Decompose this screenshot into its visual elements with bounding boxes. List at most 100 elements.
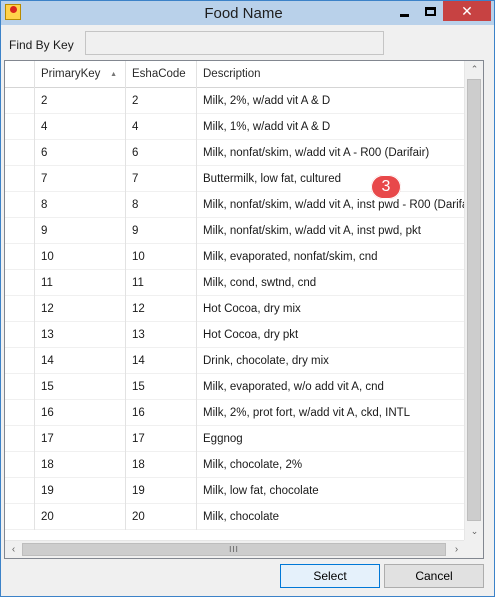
cell-primarykey[interactable]: 9 bbox=[35, 218, 126, 244]
row-header-cell[interactable] bbox=[5, 322, 35, 348]
row-header-cell[interactable] bbox=[5, 244, 35, 270]
cell-primarykey[interactable]: 7 bbox=[35, 166, 126, 192]
cell-eshacode[interactable]: 7 bbox=[126, 166, 197, 192]
cell-description[interactable]: Milk, 2%, w/add vit A & D bbox=[197, 88, 465, 114]
cell-primarykey[interactable]: 14 bbox=[35, 348, 126, 374]
cell-eshacode[interactable]: 6 bbox=[126, 140, 197, 166]
cancel-button[interactable]: Cancel bbox=[384, 564, 484, 588]
cell-eshacode[interactable]: 14 bbox=[126, 348, 197, 374]
row-header-cell[interactable] bbox=[5, 504, 35, 530]
cell-description[interactable]: Milk, evaporated, w/o add vit A, cnd bbox=[197, 374, 465, 400]
row-header-cell[interactable] bbox=[5, 400, 35, 426]
cell-eshacode[interactable]: 9 bbox=[126, 218, 197, 244]
title-bar[interactable]: Food Name ✕ bbox=[1, 1, 494, 25]
cell-eshacode[interactable]: 17 bbox=[126, 426, 197, 452]
row-header-cell[interactable] bbox=[5, 270, 35, 296]
scroll-left-icon[interactable]: ‹ bbox=[5, 541, 22, 558]
scroll-up-icon[interactable]: ⌃ bbox=[465, 61, 483, 78]
cell-eshacode[interactable]: 20 bbox=[126, 504, 197, 530]
row-header-cell[interactable] bbox=[5, 88, 35, 114]
cell-primarykey[interactable]: 4 bbox=[35, 114, 126, 140]
row-header-cell[interactable] bbox=[5, 192, 35, 218]
cell-eshacode[interactable]: 18 bbox=[126, 452, 197, 478]
table-row[interactable]: 18 18 Milk, chocolate, 2% bbox=[5, 452, 465, 478]
cell-primarykey[interactable]: 12 bbox=[35, 296, 126, 322]
cell-eshacode[interactable]: 15 bbox=[126, 374, 197, 400]
cell-primarykey[interactable]: 18 bbox=[35, 452, 126, 478]
row-header-cell[interactable] bbox=[5, 140, 35, 166]
vertical-scroll-thumb[interactable] bbox=[467, 79, 481, 521]
select-button[interactable]: Select bbox=[280, 564, 380, 588]
cell-description[interactable]: Buttermilk, low fat, cultured bbox=[197, 166, 465, 192]
table-row[interactable]: 20 20 Milk, chocolate bbox=[5, 504, 465, 530]
minimize-button[interactable] bbox=[391, 1, 417, 21]
cell-primarykey[interactable]: 8 bbox=[35, 192, 126, 218]
cell-description[interactable]: Hot Cocoa, dry pkt bbox=[197, 322, 465, 348]
cell-primarykey[interactable]: 19 bbox=[35, 478, 126, 504]
cell-description[interactable]: Milk, 2%, prot fort, w/add vit A, ckd, I… bbox=[197, 400, 465, 426]
table-row[interactable]: 12 12 Hot Cocoa, dry mix bbox=[5, 296, 465, 322]
cell-eshacode[interactable]: 11 bbox=[126, 270, 197, 296]
cell-primarykey[interactable]: 10 bbox=[35, 244, 126, 270]
table-row[interactable]: 10 10 Milk, evaporated, nonfat/skim, cnd bbox=[5, 244, 465, 270]
table-row[interactable]: 14 14 Drink, chocolate, dry mix bbox=[5, 348, 465, 374]
maximize-button[interactable] bbox=[417, 1, 443, 21]
cell-description[interactable]: Milk, low fat, chocolate bbox=[197, 478, 465, 504]
scroll-down-icon[interactable]: ⌄ bbox=[465, 523, 483, 540]
row-header-cell[interactable] bbox=[5, 114, 35, 140]
row-header-cell[interactable] bbox=[5, 478, 35, 504]
cell-primarykey[interactable]: 13 bbox=[35, 322, 126, 348]
cell-description[interactable]: Hot Cocoa, dry mix bbox=[197, 296, 465, 322]
row-header-cell[interactable] bbox=[5, 374, 35, 400]
cell-description[interactable]: Milk, nonfat/skim, w/add vit A, inst pwd… bbox=[197, 192, 465, 218]
cell-primarykey[interactable]: 16 bbox=[35, 400, 126, 426]
column-header-eshacode[interactable]: EshaCode bbox=[126, 61, 197, 88]
cell-description[interactable]: Milk, chocolate, 2% bbox=[197, 452, 465, 478]
column-header-primarykey[interactable]: PrimaryKey ▲ bbox=[35, 61, 126, 88]
cell-description[interactable]: Milk, chocolate bbox=[197, 504, 465, 530]
cell-eshacode[interactable]: 19 bbox=[126, 478, 197, 504]
row-header-cell[interactable] bbox=[5, 348, 35, 374]
vertical-scrollbar[interactable]: ⌃ ⌄ bbox=[464, 61, 483, 540]
cell-description[interactable]: Milk, evaporated, nonfat/skim, cnd bbox=[197, 244, 465, 270]
table-row[interactable]: 19 19 Milk, low fat, chocolate bbox=[5, 478, 465, 504]
cell-primarykey[interactable]: 2 bbox=[35, 88, 126, 114]
table-row[interactable]: 2 2 Milk, 2%, w/add vit A & D bbox=[5, 88, 465, 114]
cell-eshacode[interactable]: 10 bbox=[126, 244, 197, 270]
cell-eshacode[interactable]: 2 bbox=[126, 88, 197, 114]
row-header-cell[interactable] bbox=[5, 426, 35, 452]
table-row[interactable]: 13 13 Hot Cocoa, dry pkt bbox=[5, 322, 465, 348]
cell-description[interactable]: Milk, 1%, w/add vit A & D bbox=[197, 114, 465, 140]
cell-eshacode[interactable]: 16 bbox=[126, 400, 197, 426]
row-header-cell[interactable] bbox=[5, 452, 35, 478]
row-header-cell[interactable] bbox=[5, 218, 35, 244]
cell-description[interactable]: Eggnog bbox=[197, 426, 465, 452]
table-row[interactable]: 4 4 Milk, 1%, w/add vit A & D bbox=[5, 114, 465, 140]
table-row[interactable]: 11 11 Milk, cond, swtnd, cnd bbox=[5, 270, 465, 296]
cell-primarykey[interactable]: 15 bbox=[35, 374, 126, 400]
cell-primarykey[interactable]: 6 bbox=[35, 140, 126, 166]
horizontal-scroll-thumb[interactable]: III bbox=[22, 543, 446, 556]
cell-description[interactable]: Milk, nonfat/skim, w/add vit A, inst pwd… bbox=[197, 218, 465, 244]
horizontal-scrollbar[interactable]: ‹ III › bbox=[5, 540, 465, 558]
find-by-key-input[interactable] bbox=[85, 31, 384, 55]
cell-description[interactable]: Milk, cond, swtnd, cnd bbox=[197, 270, 465, 296]
table-row[interactable]: 16 16 Milk, 2%, prot fort, w/add vit A, ck… bbox=[5, 400, 465, 426]
scroll-right-icon[interactable]: › bbox=[448, 541, 465, 558]
cell-eshacode[interactable]: 4 bbox=[126, 114, 197, 140]
cell-description[interactable]: Drink, chocolate, dry mix bbox=[197, 348, 465, 374]
close-button[interactable]: ✕ bbox=[443, 1, 491, 21]
cell-eshacode[interactable]: 8 bbox=[126, 192, 197, 218]
table-row[interactable]: 9 9 Milk, nonfat/skim, w/add vit A, inst p… bbox=[5, 218, 465, 244]
table-row[interactable]: 15 15 Milk, evaporated, w/o add vit A, cnd bbox=[5, 374, 465, 400]
table-row[interactable]: 17 17 Eggnog bbox=[5, 426, 465, 452]
row-header-cell[interactable] bbox=[5, 166, 35, 192]
row-header-cell[interactable] bbox=[5, 296, 35, 322]
cell-primarykey[interactable]: 17 bbox=[35, 426, 126, 452]
cell-description[interactable]: Milk, nonfat/skim, w/add vit A - R00 (Da… bbox=[197, 140, 465, 166]
cell-eshacode[interactable]: 12 bbox=[126, 296, 197, 322]
table-row[interactable]: 6 6 Milk, nonfat/skim, w/add vit A - R00 (… bbox=[5, 140, 465, 166]
cell-eshacode[interactable]: 13 bbox=[126, 322, 197, 348]
cell-primarykey[interactable]: 11 bbox=[35, 270, 126, 296]
column-header-description[interactable]: Description bbox=[197, 61, 465, 88]
